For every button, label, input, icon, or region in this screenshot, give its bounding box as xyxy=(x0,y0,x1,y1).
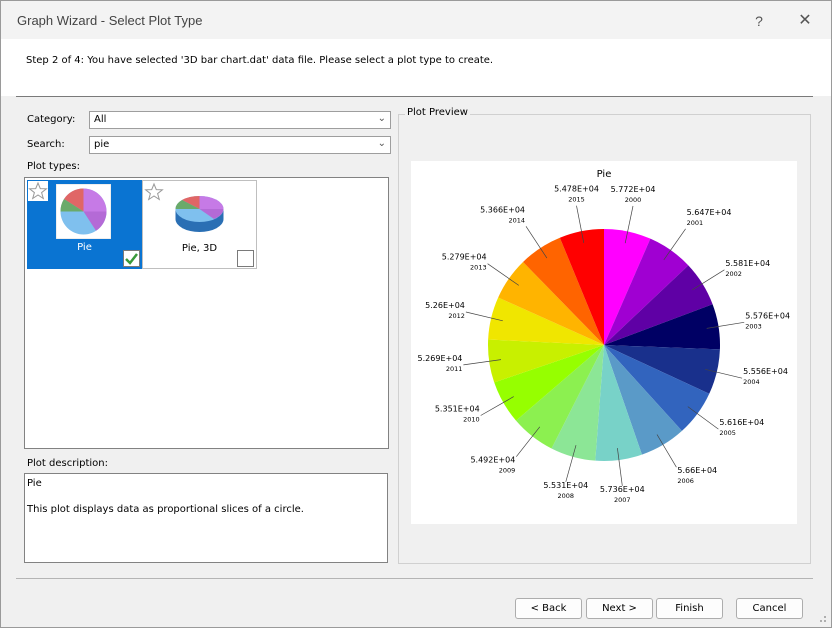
slice-value-label: 5.647E+04 xyxy=(687,208,732,217)
slice-value-label: 5.556E+04 xyxy=(743,367,788,376)
slice-category-label: 2010 xyxy=(463,416,480,424)
slice-category-label: 2012 xyxy=(448,312,465,320)
chart-title: Pie xyxy=(597,169,612,180)
slice-value-label: 5.366E+04 xyxy=(480,205,525,214)
plot-description-label: Plot description: xyxy=(27,458,108,469)
slice-category-label: 2007 xyxy=(614,496,631,504)
pie-chart-icon xyxy=(56,184,111,239)
slice-category-label: 2009 xyxy=(499,467,516,475)
category-value: All xyxy=(94,114,107,125)
slice-category-label: 2006 xyxy=(677,477,694,485)
slice-category-label: 2008 xyxy=(558,492,575,500)
search-input[interactable]: pie ⌄ xyxy=(89,136,391,154)
help-button[interactable]: ? xyxy=(741,7,777,35)
search-label: Search: xyxy=(27,139,65,150)
finish-button[interactable]: Finish xyxy=(656,598,723,619)
category-label: Category: xyxy=(27,114,76,125)
chart-area: Pie 5.772E+04 2000 5.647E+04 2001 5.581E+04 2… xyxy=(411,161,797,524)
next-button[interactable]: Next > xyxy=(586,598,653,619)
chevron-down-icon: ⌄ xyxy=(377,138,386,149)
slice-category-label: 2013 xyxy=(470,264,487,272)
plot-type-checkbox[interactable] xyxy=(237,250,254,267)
slice-category-label: 2015 xyxy=(568,196,585,204)
description-title: Pie xyxy=(27,478,42,489)
slice-category-label: 2014 xyxy=(508,216,525,224)
slice-category-label: 2000 xyxy=(625,196,642,204)
graph-wizard-dialog: Graph Wizard - Select Plot Type ? ✕ Step… xyxy=(0,0,832,628)
checkmark-icon xyxy=(125,253,138,265)
slice-value-label: 5.581E+04 xyxy=(725,259,770,268)
slice-category-label: 2003 xyxy=(745,322,762,330)
slice-category-label: 2011 xyxy=(446,365,463,373)
window-title: Graph Wizard - Select Plot Type xyxy=(17,13,203,28)
pie-chart: Pie 5.772E+04 2000 5.647E+04 2001 5.581E+04 2… xyxy=(418,169,790,504)
favorite-star-icon[interactable] xyxy=(28,181,48,201)
title-bar: Graph Wizard - Select Plot Type ? ✕ xyxy=(1,1,831,39)
plot-types-list: Pie Pie, 3D xyxy=(24,177,389,449)
pie-3d-chart-icon xyxy=(175,195,224,232)
plot-description-box: Pie This plot displays data as proportio… xyxy=(24,473,388,563)
slice-category-label: 2001 xyxy=(687,219,704,227)
plot-preview-label: Plot Preview xyxy=(405,107,470,118)
close-button[interactable]: ✕ xyxy=(787,7,823,35)
description-text: This plot displays data as proportional … xyxy=(27,504,304,515)
slice-value-label: 5.279E+04 xyxy=(442,253,487,262)
slice-value-label: 5.772E+04 xyxy=(611,185,656,194)
slice-value-label: 5.66E+04 xyxy=(677,466,717,475)
slice-value-label: 5.269E+04 xyxy=(418,354,463,363)
plot-type-pie[interactable]: Pie xyxy=(27,180,142,269)
search-value: pie xyxy=(94,139,110,150)
category-select[interactable]: All ⌄ xyxy=(89,111,391,129)
slice-value-label: 5.351E+04 xyxy=(435,405,480,414)
plot-type-checkbox[interactable] xyxy=(123,250,140,267)
header-divider xyxy=(16,96,813,97)
slice-value-label: 5.478E+04 xyxy=(554,185,599,194)
slice-category-label: 2002 xyxy=(725,270,742,278)
back-button[interactable]: < Back xyxy=(515,598,582,619)
plot-types-label: Plot types: xyxy=(27,161,80,172)
slice-value-label: 5.576E+04 xyxy=(745,311,790,320)
slice-value-label: 5.26E+04 xyxy=(425,301,465,310)
step-header: Step 2 of 4: You have selected '3D bar c… xyxy=(1,39,831,96)
slice-value-label: 5.531E+04 xyxy=(543,481,588,490)
slice-value-label: 5.736E+04 xyxy=(600,485,645,494)
step-instructions: Step 2 of 4: You have selected '3D bar c… xyxy=(26,55,494,66)
chevron-down-icon: ⌄ xyxy=(377,113,386,124)
favorite-star-icon[interactable] xyxy=(144,182,164,202)
resize-grip-icon[interactable] xyxy=(817,613,827,623)
plot-type-pie-3d[interactable]: Pie, 3D xyxy=(142,180,257,269)
slice-category-label: 2004 xyxy=(743,378,760,386)
slice-value-label: 5.492E+04 xyxy=(470,456,515,465)
slice-value-label: 5.616E+04 xyxy=(719,418,764,427)
cancel-button[interactable]: Cancel xyxy=(736,598,803,619)
slice-category-label: 2005 xyxy=(719,429,736,437)
footer-divider xyxy=(16,578,813,579)
